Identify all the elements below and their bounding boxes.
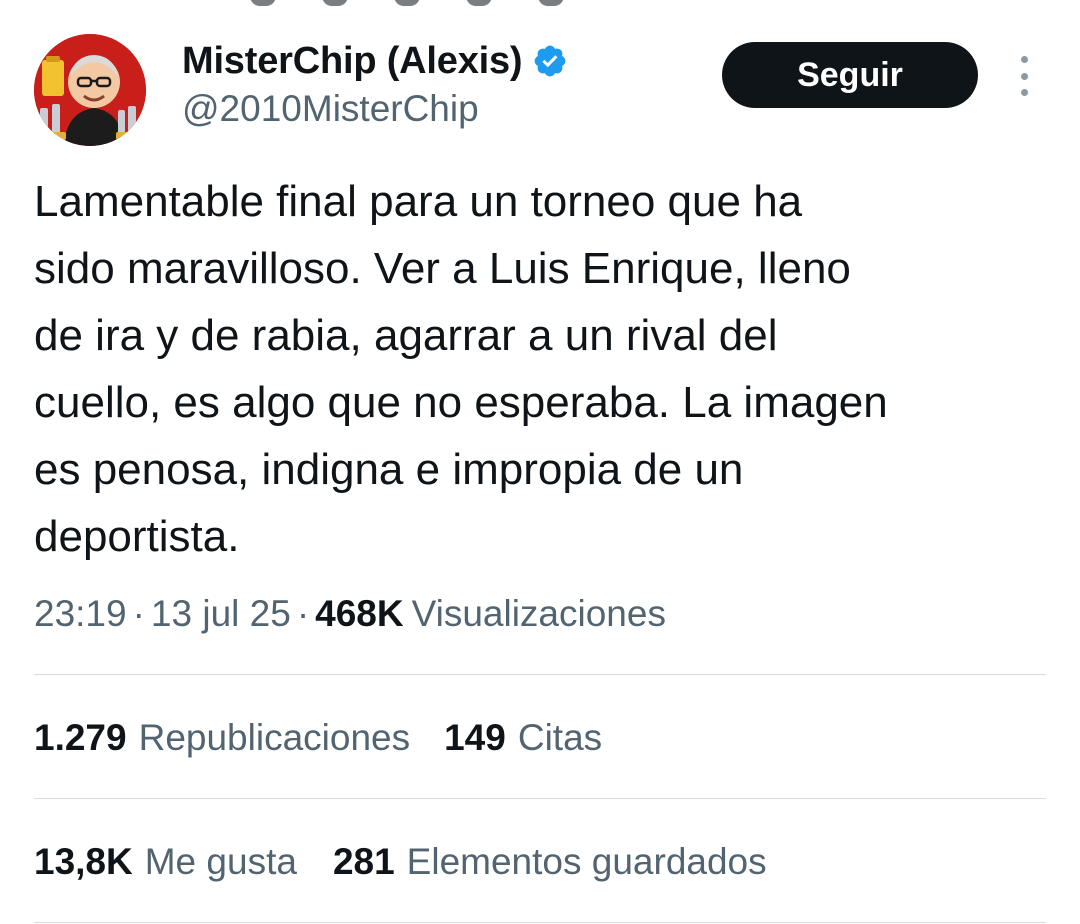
- divider: [34, 922, 1046, 923]
- reposts-count: 1.279: [34, 717, 127, 758]
- tweet-date[interactable]: 13 jul 25: [151, 593, 291, 635]
- author-handle[interactable]: @2010MisterChip: [182, 88, 479, 130]
- bookmarks-label: Elementos guardados: [406, 841, 767, 882]
- reposts-label: Republicaciones: [138, 717, 411, 758]
- likes-count: 13,8K: [34, 841, 133, 882]
- quotes-label: Citas: [517, 717, 603, 758]
- views-label: Visualizaciones: [411, 593, 666, 634]
- tweet-meta: 23:19 · 13 jul 25 · 468K Visualizaciones: [34, 588, 666, 640]
- more-options-icon[interactable]: [1010, 56, 1038, 96]
- meta-separator: ·: [296, 593, 310, 634]
- stats-row-reposts: 1.279 Republicaciones 149 Citas: [34, 708, 602, 768]
- author-name-row[interactable]: MisterChip (Alexis): [182, 38, 568, 84]
- profile-avatar[interactable]: [34, 34, 146, 146]
- quotes-count: 149: [444, 717, 506, 758]
- divider: [34, 798, 1046, 799]
- tweet-text: Lamentable final para un torneo que ha s…: [34, 177, 888, 561]
- bookmarks-count: 281: [332, 841, 395, 882]
- follow-button[interactable]: Seguir: [722, 42, 978, 108]
- author-display-name[interactable]: MisterChip (Alexis): [182, 40, 523, 83]
- avatar-image: [34, 34, 146, 146]
- views-count: 468K: [315, 593, 404, 634]
- likes-label: Me gusta: [144, 841, 297, 882]
- meta-separator: ·: [132, 593, 145, 634]
- tweet-time[interactable]: 23:19: [34, 593, 127, 635]
- divider: [34, 674, 1046, 675]
- stats-row-likes: 13,8K Me gusta 281 Elementos guardados: [34, 832, 767, 892]
- previous-tweet-fragment: [250, 0, 590, 6]
- bookmarks-stat[interactable]: 281 Elementos guardados: [333, 841, 767, 883]
- verified-badge-icon: [535, 45, 566, 77]
- quotes-stat[interactable]: 149 Citas: [444, 717, 602, 759]
- reposts-stat[interactable]: 1.279 Republicaciones: [34, 717, 410, 759]
- likes-stat[interactable]: 13,8K Me gusta: [34, 841, 297, 883]
